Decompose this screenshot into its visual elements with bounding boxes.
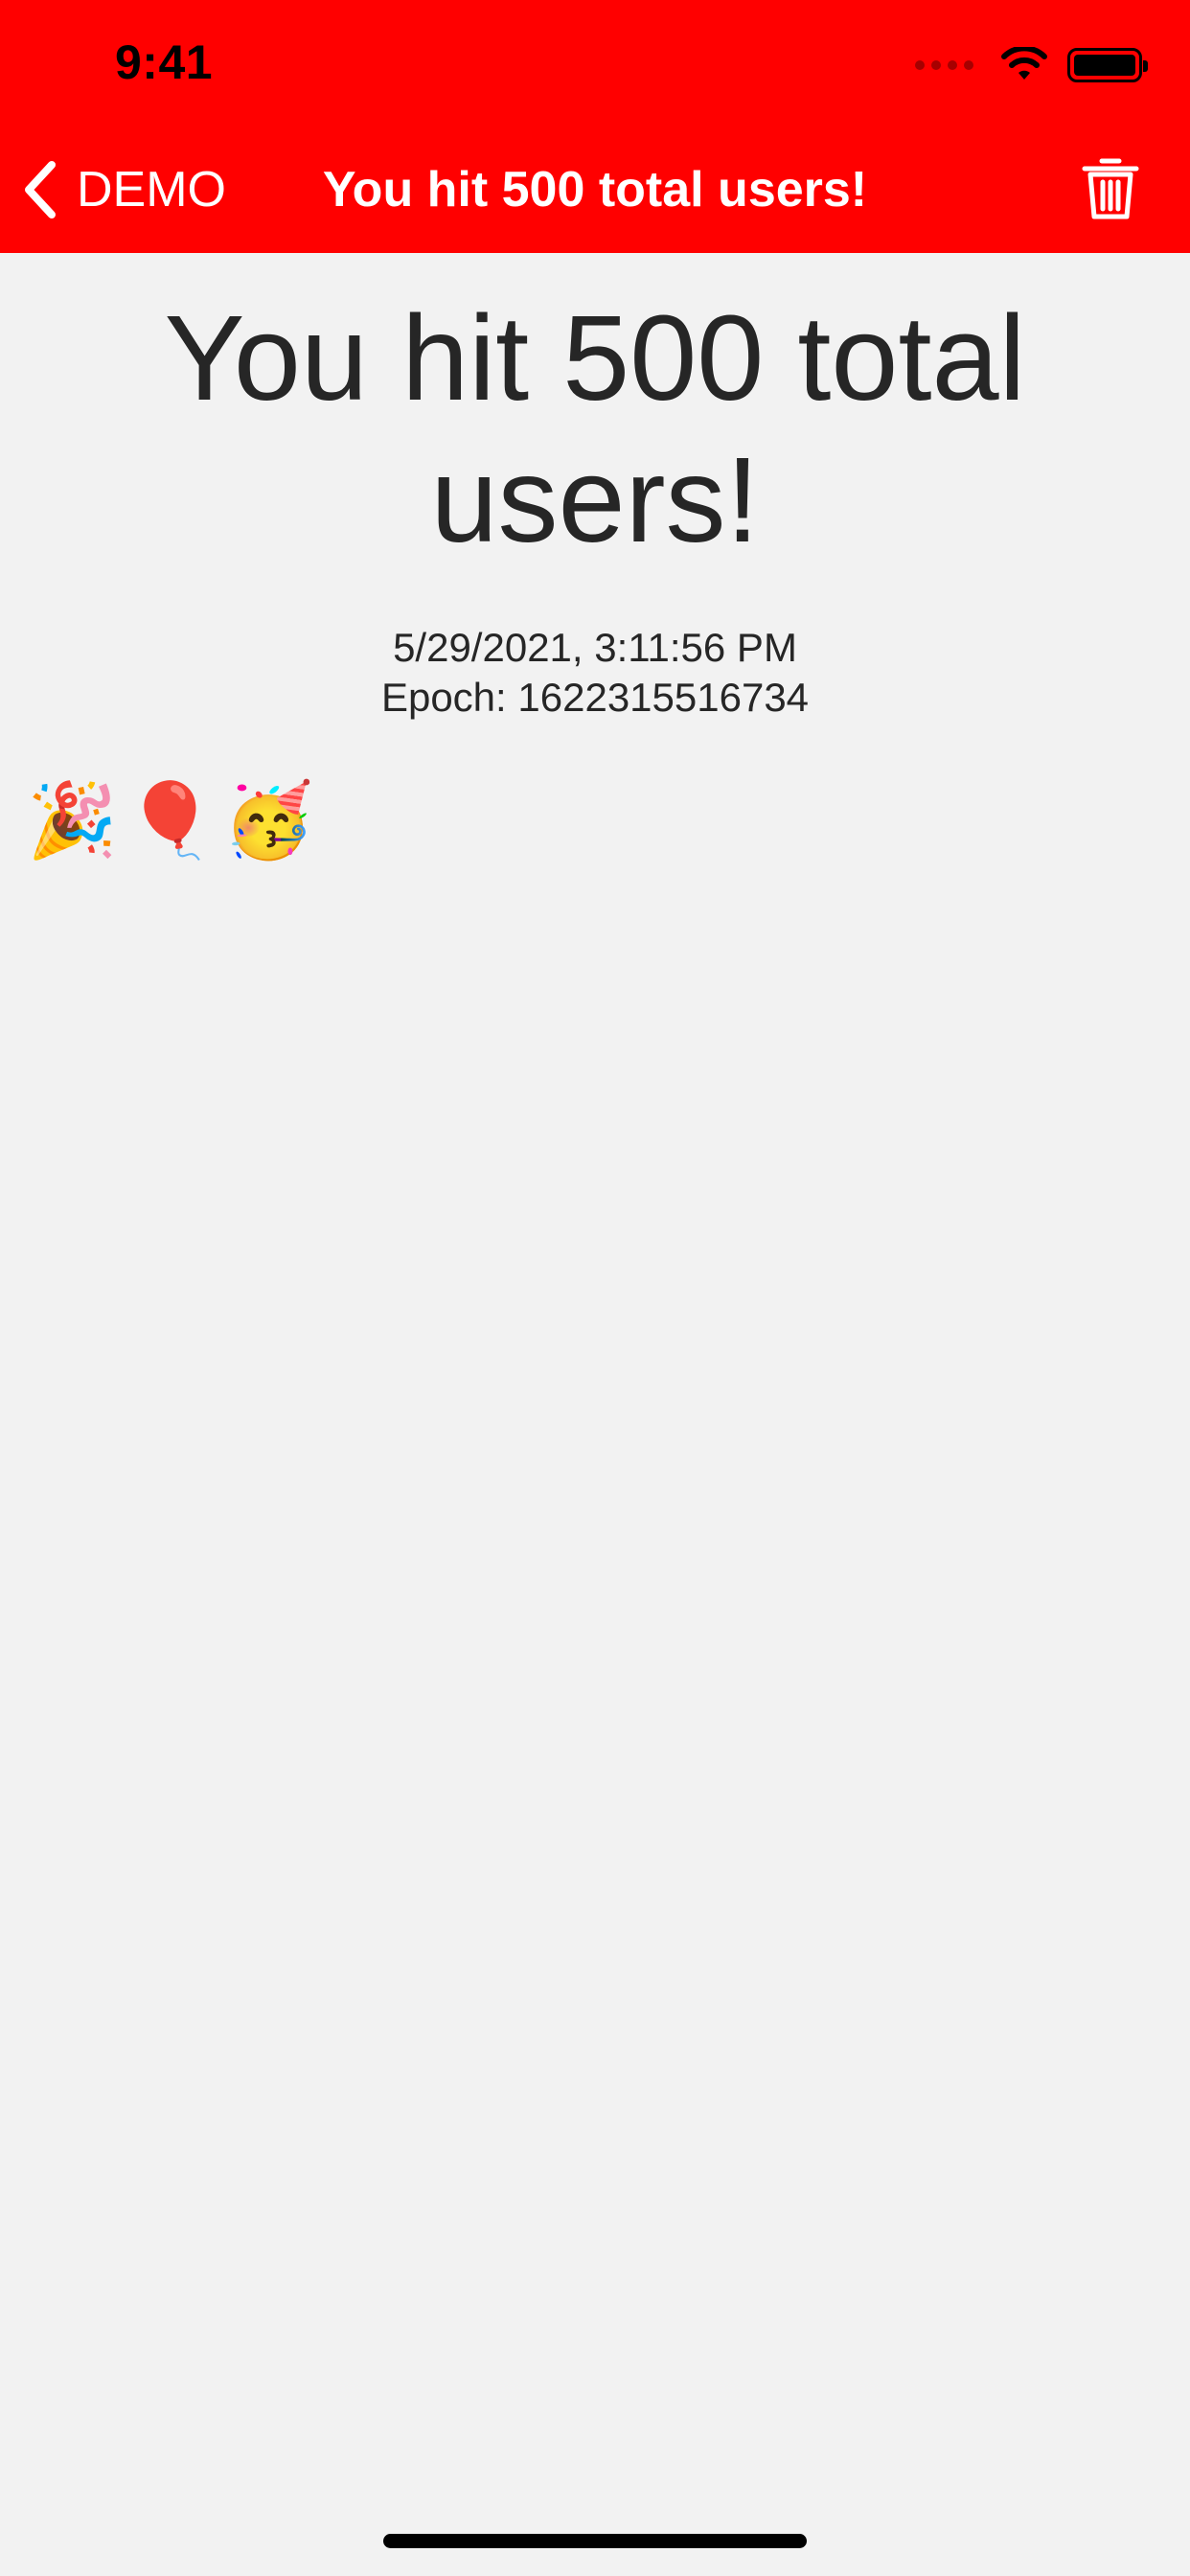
status-icons <box>915 46 1148 84</box>
nav-title: You hit 500 total users! <box>322 162 868 218</box>
cellular-signal-icon <box>915 60 973 70</box>
wifi-icon <box>1001 47 1047 80</box>
delete-button[interactable] <box>1075 153 1146 224</box>
partying-face-emoji: 🥳 <box>223 780 314 862</box>
home-indicator[interactable] <box>383 2534 807 2548</box>
date-text: 5/29/2021, 3:11:56 PM <box>393 625 797 670</box>
timestamp-block: 5/29/2021, 3:11:56 PM Epoch: 16223155167… <box>0 623 1190 723</box>
battery-icon <box>1067 48 1148 82</box>
status-time: 9:41 <box>115 35 214 89</box>
trash-icon <box>1082 158 1139 219</box>
header-bar: 9:41 DEMO You hit 500 total users! <box>0 0 1190 253</box>
page-headline: You hit 500 total users! <box>164 290 1026 567</box>
emoji-row: 🎉 🎈 🥳 <box>27 778 314 864</box>
party-popper-emoji: 🎉 <box>27 780 118 862</box>
balloon-emoji: 🎈 <box>125 780 217 862</box>
epoch-text: Epoch: 1622315516734 <box>380 675 810 720</box>
